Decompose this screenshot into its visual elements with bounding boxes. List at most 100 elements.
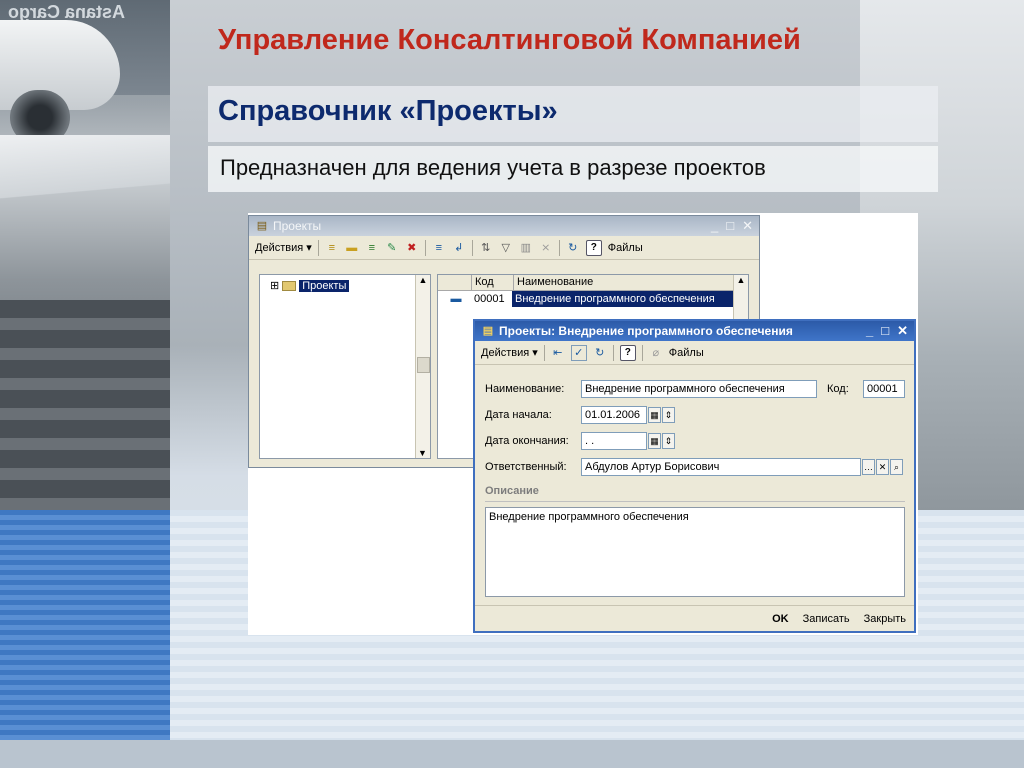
description-section-title: Описание	[485, 485, 539, 497]
section-divider	[485, 501, 905, 502]
description-textarea[interactable]: Внедрение программного обеспечения	[485, 507, 905, 597]
filter-list-icon[interactable]: ▥	[519, 241, 533, 255]
close-button[interactable]: ✕	[742, 218, 753, 234]
update-icon[interactable]: ↻	[566, 241, 580, 255]
end-date-input[interactable]: . .	[581, 432, 647, 450]
edit-icon[interactable]: ✎	[385, 241, 399, 255]
bottom-band	[0, 740, 1024, 768]
responsible-input[interactable]: Абдулов Артур Борисович	[581, 458, 861, 476]
open-icon[interactable]: ⌕	[890, 459, 903, 475]
end-date-label: Дата окончания:	[485, 435, 569, 447]
footer-bar: OK Записать Закрыть	[475, 605, 914, 631]
tree-panel: ⊞ Проекты ▲ ▼	[259, 274, 431, 459]
slide-title: Управление Консалтинговой Компанией	[218, 24, 801, 56]
sort-icon[interactable]: ⇅	[479, 241, 493, 255]
list-window-title: Проекты	[273, 219, 322, 233]
close-window-button[interactable]: Закрыть	[864, 613, 906, 625]
start-date-input[interactable]: 01.01.2006	[581, 406, 647, 424]
save-and-close-icon[interactable]: ⇤	[551, 346, 565, 360]
select-icon[interactable]: …	[862, 459, 875, 475]
refresh-list-icon[interactable]: ↲	[452, 241, 466, 255]
cell-name: Внедрение программного обеспечения	[512, 291, 748, 307]
save-button[interactable]: Записать	[803, 613, 850, 625]
hierarchy-icon[interactable]: ≡	[432, 241, 446, 255]
maximize-button[interactable]: □	[881, 323, 889, 339]
screenshot-area: ▤ Проекты _ □ ✕ Действия ▾ ≡ ▬ ≡ ✎ ✖ ≡ ↲…	[248, 213, 918, 635]
scroll-up-icon[interactable]: ▲	[734, 275, 748, 285]
reread-icon[interactable]: ↻	[593, 346, 607, 360]
list-toolbar: Действия ▾ ≡ ▬ ≡ ✎ ✖ ≡ ↲ ⇅ ▽ ▥ ⨯ ↻ ? Фай…	[249, 236, 759, 260]
toolbar-separator	[317, 239, 319, 256]
airport-photo: Astana Cargo	[0, 0, 170, 510]
catalog-icon: ▤	[482, 325, 494, 337]
name-label: Наименование:	[485, 383, 565, 395]
edit-window-titlebar[interactable]: ▤ Проекты: Внедрение программного обеспе…	[475, 321, 914, 341]
minimize-button[interactable]: _	[711, 218, 718, 234]
responsible-label: Ответственный:	[485, 461, 567, 473]
project-edit-window: ▤ Проекты: Внедрение программного обеспе…	[473, 319, 916, 633]
ok-button[interactable]: OK	[772, 613, 789, 625]
tree-scrollbar[interactable]: ▲ ▼	[415, 275, 430, 458]
catalog-icon: ▤	[256, 220, 268, 232]
maximize-button[interactable]: □	[726, 218, 734, 234]
scroll-thumb[interactable]	[417, 357, 430, 373]
toolbar-separator	[471, 239, 473, 256]
tree-root-label: Проекты	[299, 279, 350, 292]
description-text: Внедрение программного обеспечения	[489, 511, 689, 523]
spin-icon[interactable]: ⇕	[662, 433, 675, 449]
calendar-icon[interactable]: ▦	[648, 433, 661, 449]
help-icon[interactable]: ?	[585, 239, 602, 256]
column-name[interactable]: Наименование	[514, 275, 748, 290]
code-label: Код:	[827, 383, 849, 395]
toolbar-separator	[641, 344, 643, 361]
toolbar-separator	[612, 344, 614, 361]
code-input[interactable]: 00001	[863, 380, 905, 398]
cell-code: 00001	[474, 293, 505, 305]
clear-filter-icon[interactable]: ⨯	[539, 241, 553, 255]
list-window-titlebar[interactable]: ▤ Проекты _ □ ✕	[249, 216, 759, 236]
tree-root-node[interactable]: ⊞ Проекты	[270, 279, 350, 292]
expand-icon[interactable]: ⊞	[270, 279, 279, 292]
edit-window-title: Проекты: Внедрение программного обеспече…	[499, 324, 793, 338]
minimize-button[interactable]: _	[866, 323, 873, 339]
actions-menu-button[interactable]: Действия ▾	[255, 241, 312, 254]
stripe-band-left	[0, 510, 170, 768]
toolbar-separator	[424, 239, 426, 256]
grid-header: Код Наименование	[438, 275, 748, 291]
close-button[interactable]: ✕	[897, 323, 908, 339]
responsible-row: Ответственный: Абдулов Артур Борисович ……	[485, 457, 903, 477]
tarmac	[0, 300, 170, 510]
table-row[interactable]: ▬ 00001 Внедрение программного обеспечен…	[438, 291, 748, 307]
toolbar-separator	[543, 344, 545, 361]
paperclip-icon: ⌀	[652, 346, 660, 359]
grid-icon-column	[438, 275, 472, 290]
airplane-wing	[0, 135, 170, 210]
name-input[interactable]: Внедрение программного обеспечения	[581, 380, 817, 398]
start-date-row: Дата начала: 01.01.2006 ▦ ⇕	[485, 405, 675, 425]
toolbar-separator	[558, 239, 560, 256]
column-code[interactable]: Код	[472, 275, 514, 290]
files-button[interactable]: Файлы	[608, 242, 643, 254]
start-date-label: Дата начала:	[485, 409, 552, 421]
scroll-up-icon[interactable]: ▲	[416, 275, 430, 285]
name-row: Наименование: Внедрение программного обе…	[485, 379, 905, 399]
calendar-icon[interactable]: ▦	[648, 407, 661, 423]
edit-toolbar: Действия ▾ ⇤ ✓ ↻ ? ⌀ Файлы	[475, 341, 914, 365]
actions-menu-button[interactable]: Действия ▾	[481, 346, 538, 359]
scroll-down-icon[interactable]: ▼	[416, 448, 429, 458]
copy-icon[interactable]: ≡	[365, 241, 379, 255]
spin-icon[interactable]: ⇕	[662, 407, 675, 423]
end-date-row: Дата окончания: . . ▦ ⇕	[485, 431, 675, 451]
slide-subtitle: Справочник «Проекты»	[218, 95, 558, 127]
slide-description: Предназначен для ведения учета в разрезе…	[220, 155, 766, 180]
add-item-icon[interactable]: ≡	[325, 241, 339, 255]
save-icon[interactable]: ✓	[570, 344, 587, 361]
delete-icon[interactable]: ✖	[405, 241, 419, 255]
help-icon[interactable]: ?	[619, 344, 636, 361]
folder-icon	[282, 280, 297, 291]
item-icon: ▬	[450, 293, 462, 305]
files-button[interactable]: Файлы	[669, 347, 704, 359]
clear-icon[interactable]: ✕	[876, 459, 889, 475]
filter-icon[interactable]: ▽	[499, 241, 513, 255]
add-group-icon[interactable]: ▬	[345, 241, 359, 255]
